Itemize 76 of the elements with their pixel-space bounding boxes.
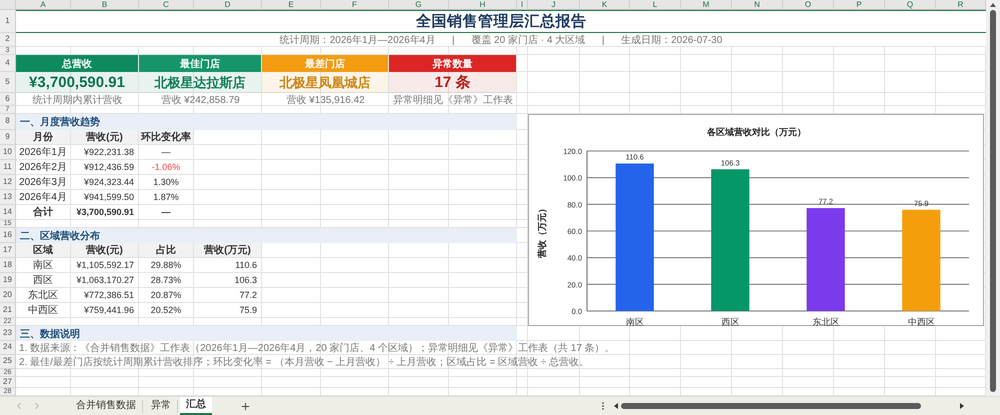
table-header: 环比变化率 (139, 130, 194, 145)
column-header: R (936, 0, 986, 10)
column-header: B (71, 0, 139, 10)
row-number: 16 (0, 228, 16, 243)
column-header: O (783, 0, 834, 10)
section-heading: 一、月度营收趋势 (16, 114, 517, 130)
category-label: 西区 (721, 317, 740, 327)
select-all-corner[interactable] (0, 0, 16, 10)
column-header: C (139, 0, 194, 10)
category-label: 中西区 (908, 317, 935, 327)
column-header: A (16, 0, 71, 10)
row-number: 9 (0, 130, 16, 145)
column-header: J (528, 0, 580, 10)
kpi-header: 最佳门店 (139, 55, 261, 72)
table-header: 区域 (16, 243, 71, 258)
kpi-header: 异常数量 (389, 55, 516, 72)
sheet-tab[interactable]: 合并销售数据 (70, 400, 143, 412)
add-sheet-button[interactable] (240, 400, 251, 412)
row-number: 12 (0, 175, 16, 190)
column-header: Q (885, 0, 936, 10)
section-heading: 二、区域营收分布 (16, 228, 517, 243)
row-number: 11 (0, 160, 16, 175)
row-number: 21 (0, 303, 16, 318)
kpi-header: 最差门店 (262, 55, 388, 72)
row-number: 8 (0, 114, 16, 130)
kpi-value: 北极星达拉斯店 (139, 72, 261, 93)
kpi-header: 总营收 (16, 55, 138, 72)
section-heading: 三、数据说明 (16, 326, 517, 341)
row-number: 2 (0, 33, 16, 47)
table-header: 占比 (139, 243, 194, 258)
kpi-value: 17 条 (389, 72, 516, 93)
column-header: K (580, 0, 630, 10)
column-header: E (262, 0, 321, 10)
column-header: M (681, 0, 732, 10)
row-number: 13 (0, 190, 16, 205)
column-header: I (517, 0, 528, 10)
column-header: F (321, 0, 389, 10)
row-number: 14 (0, 205, 16, 220)
column-header: L (630, 0, 681, 10)
column-header: H (449, 0, 517, 10)
table-header: 营收(元) (71, 130, 139, 145)
row-number: 6 (0, 93, 16, 106)
axis-title: 营收（万元） (537, 204, 547, 258)
row-number: 4 (0, 55, 16, 72)
category-label: 东北区 (812, 317, 840, 327)
kpi-note: 营收 ¥242,858.79 (160, 94, 241, 106)
row-number: 20 (0, 288, 16, 303)
row-number: 23 (0, 326, 16, 341)
note-text: 1. 数据来源：《合并销售数据》工作表（2026年1月—2026年4月，20 家门店、4 个区域）；异常明细见《异常》工作表（共 17 条）。 (18, 342, 616, 355)
column-header: N (732, 0, 783, 10)
chart-title: 各区域营收对比（万元） (707, 127, 806, 137)
sheet-tab[interactable]: 异常 (145, 400, 178, 412)
row-number: 1 (0, 10, 16, 33)
row-number: 24 (0, 341, 16, 355)
sheet-tab[interactable]: 汇总 (180, 397, 212, 415)
row-number: 27 (0, 377, 16, 388)
row-number: 5 (0, 72, 16, 93)
kpi-value: ¥3,700,590.91 (16, 72, 138, 93)
kpi-note: 统计周期内累计营收 (32, 94, 124, 106)
kpi-value: 北极星凤凰城店 (262, 72, 388, 93)
column-header: P (834, 0, 885, 10)
kpi-note: 营收 ¥135,916.42 (285, 94, 366, 106)
row-number: 25 (0, 355, 16, 369)
table-header: 营收(万元) (194, 243, 262, 258)
row-number: 10 (0, 145, 16, 160)
row-number: 19 (0, 273, 16, 288)
note-text: 2. 最佳/最差门店按统计周期累计营收排序；环比变化率 = （本月营收 − 上月营收） ÷ 上月营收；区域占比 = 区域营收 ÷ 总营收。 (18, 356, 590, 369)
row-number: 18 (0, 258, 16, 273)
table-header: 营收(元) (71, 243, 139, 258)
column-header: D (194, 0, 262, 10)
report-title: 全国销售管理层汇总报告 (16, 10, 986, 33)
category-label: 南区 (626, 317, 644, 327)
column-header: G (389, 0, 449, 10)
row-number: 17 (0, 243, 16, 258)
kpi-note: 异常明细见《异常》工作表 (392, 94, 514, 106)
table-header: 月份 (16, 130, 71, 145)
